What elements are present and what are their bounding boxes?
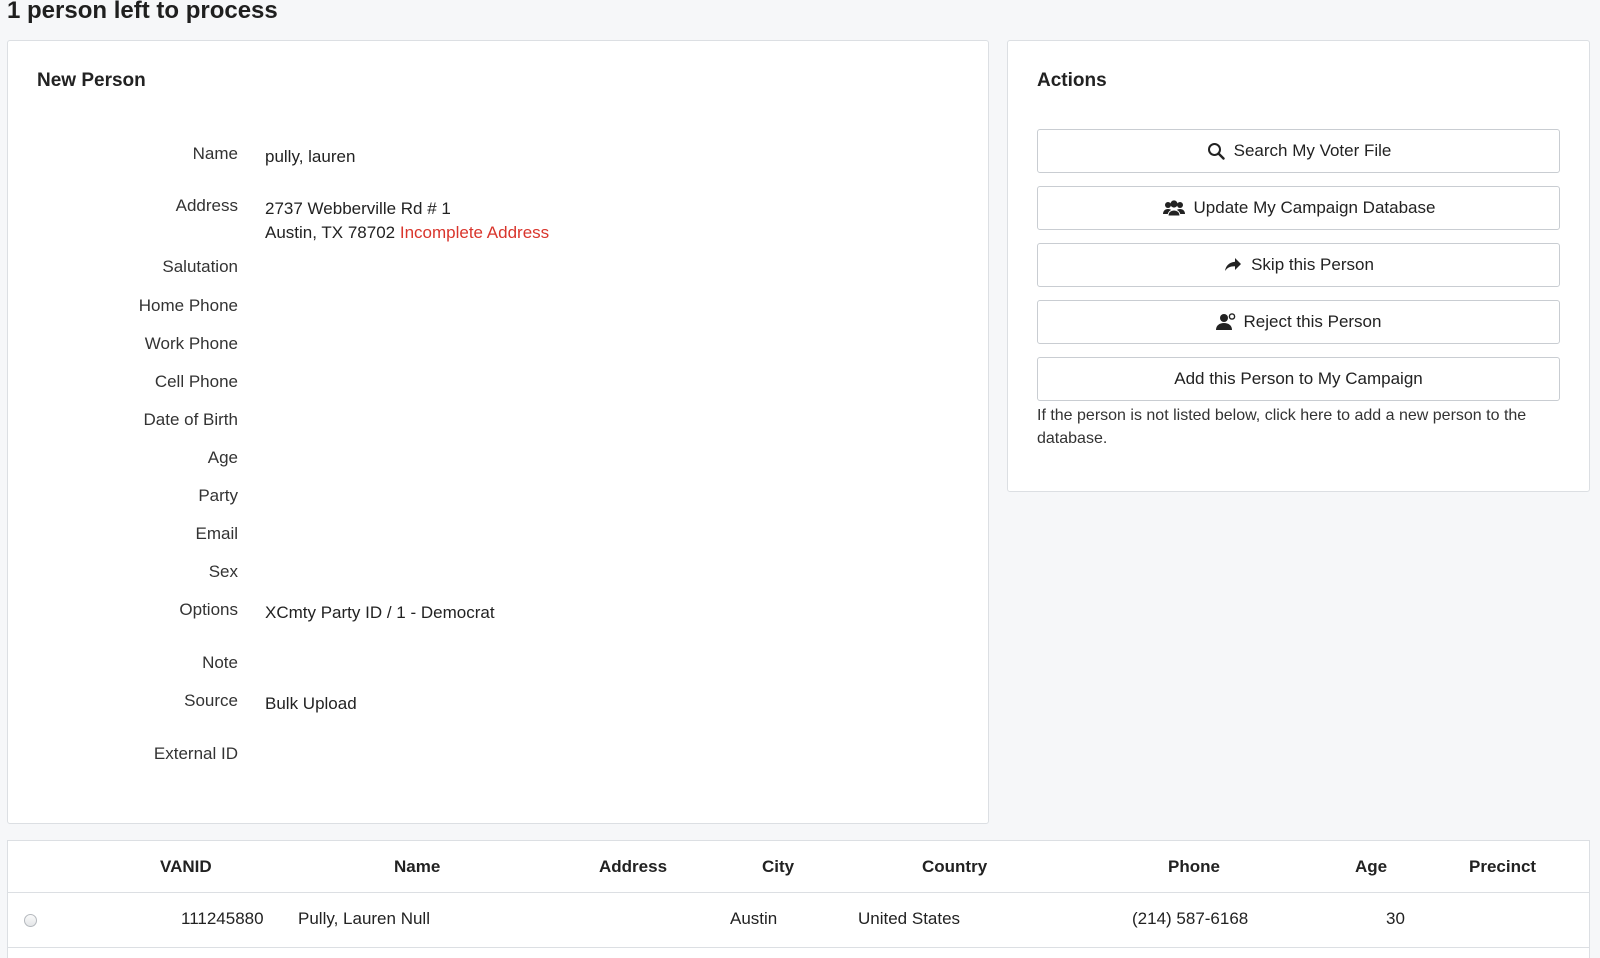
button-label: Update My Campaign Database: [1193, 198, 1436, 217]
new-person-panel: New Person Name pully, lauren Address 27…: [7, 40, 989, 824]
address-line1: 2737 Webberville Rd # 1: [265, 199, 451, 218]
skip-person-button[interactable]: Skip this Person: [1037, 243, 1560, 287]
field-label: Party: [198, 486, 238, 505]
field-label: Work Phone: [144, 334, 238, 353]
column-header-address[interactable]: Address: [599, 857, 667, 877]
add-new-person-help-text[interactable]: If the person is not listed below, click…: [1037, 404, 1557, 450]
field-label: Date of Birth: [143, 410, 239, 429]
select-row-radio[interactable]: [24, 914, 37, 927]
button-label: Search My Voter File: [1233, 141, 1392, 160]
actions-panel: Actions Search My Voter File Update My C…: [1007, 40, 1590, 492]
incomplete-address-warning: Incomplete Address: [399, 223, 550, 242]
field-label: Cell Phone: [154, 372, 238, 391]
field-label: Salutation: [162, 257, 238, 276]
cell-country: United States: [858, 909, 961, 928]
column-header-city[interactable]: City: [762, 857, 794, 877]
source-value: Bulk Upload: [265, 694, 357, 713]
user-reject-icon: [1215, 312, 1236, 332]
column-header-name[interactable]: Name: [394, 857, 440, 877]
field-label: Email: [195, 524, 238, 543]
field-label: Source: [184, 691, 238, 710]
address-line2-wrap: Austin, TX 78702 Incomplete Address: [265, 221, 549, 245]
field-label: Sex: [208, 562, 238, 581]
search-voter-file-button[interactable]: Search My Voter File: [1037, 129, 1560, 173]
field-label: Name: [192, 144, 238, 163]
page-title: 1 person left to process: [7, 0, 278, 24]
cell-name: Pully, Lauren Null: [298, 909, 430, 928]
address-line2: Austin, TX 78702: [265, 223, 396, 242]
update-campaign-database-button[interactable]: Update My Campaign Database: [1037, 186, 1560, 230]
share-arrow-icon: [1223, 255, 1243, 275]
field-label: Note: [202, 653, 238, 672]
header-divider: [8, 892, 1589, 893]
button-label: Reject this Person: [1243, 312, 1382, 331]
button-label: Skip this Person: [1251, 255, 1374, 274]
column-header-phone[interactable]: Phone: [1168, 857, 1220, 877]
cell-city: Austin: [730, 909, 778, 928]
name-value: pully, lauren: [265, 147, 356, 166]
column-header-vanid[interactable]: VANID: [160, 857, 212, 877]
actions-heading: Actions: [1037, 70, 1107, 91]
matches-table: VANID Name Address City Country Phone Ag…: [7, 840, 1590, 958]
add-person-to-campaign-button[interactable]: Add this Person to My Campaign: [1037, 357, 1560, 401]
field-label: External ID: [153, 744, 238, 763]
field-label: Address: [175, 196, 238, 215]
cell-vanid: 111245880: [181, 909, 264, 928]
search-icon: [1206, 141, 1226, 161]
new-person-heading: New Person: [37, 70, 146, 91]
reject-person-button[interactable]: Reject this Person: [1037, 300, 1560, 344]
field-label: Options: [179, 600, 238, 619]
column-header-country[interactable]: Country: [922, 857, 987, 877]
field-label: Home Phone: [138, 296, 238, 315]
cell-age: 30: [1386, 909, 1405, 928]
row-divider: [8, 947, 1589, 948]
cell-phone: (214) 587-6168: [1132, 909, 1249, 928]
users-icon: [1162, 198, 1186, 218]
field-label: Age: [207, 448, 238, 467]
column-header-precinct[interactable]: Precinct: [1469, 857, 1536, 877]
column-header-age[interactable]: Age: [1355, 857, 1387, 877]
button-label: Add this Person to My Campaign: [1174, 369, 1423, 388]
options-value: XCmty Party ID / 1 - Democrat: [265, 603, 495, 622]
